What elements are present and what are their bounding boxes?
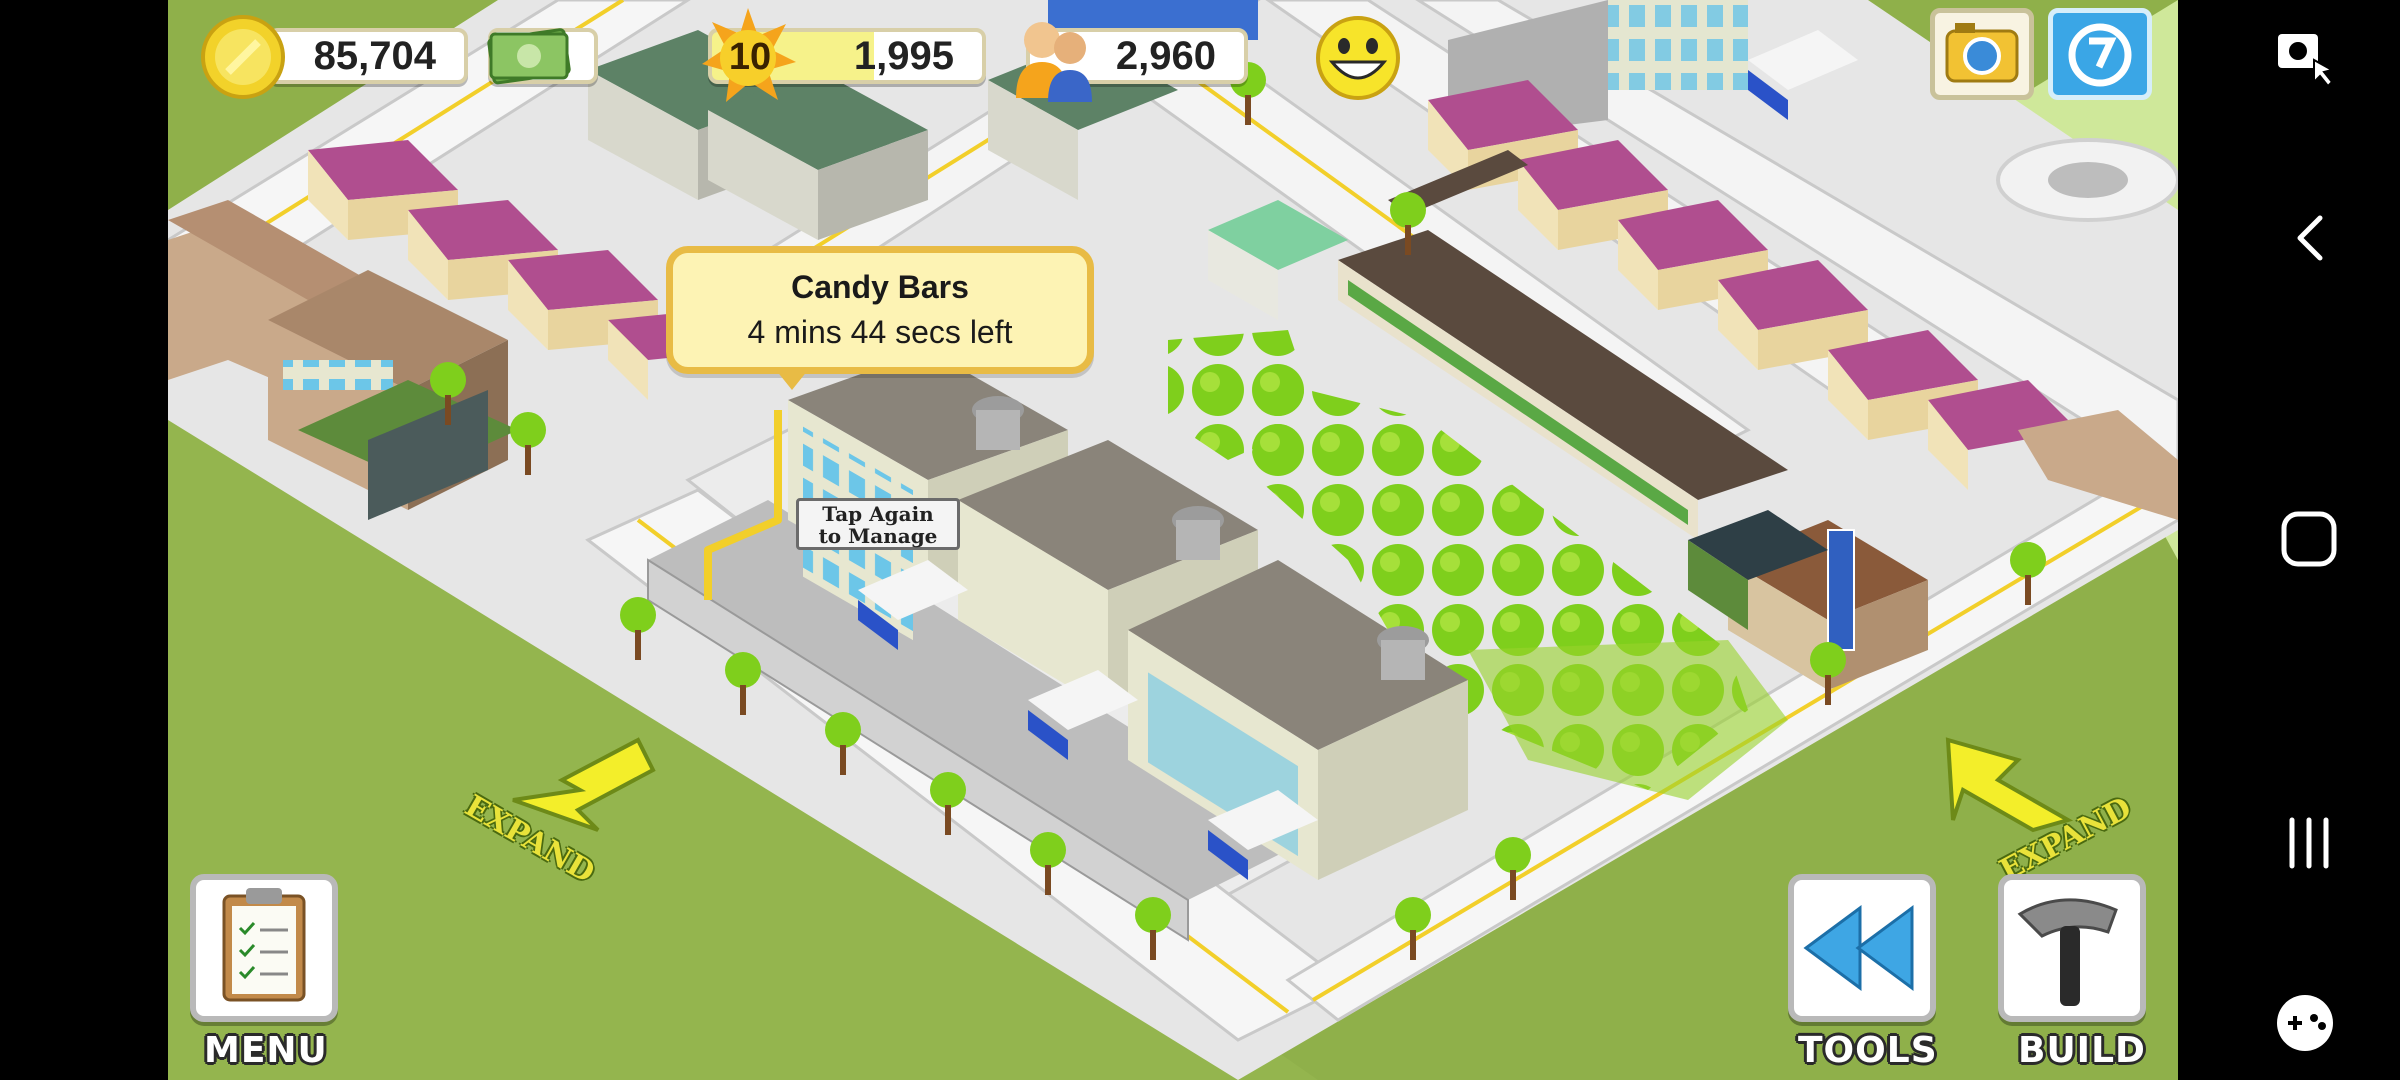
- rewind-icon: [1803, 905, 1914, 991]
- game-controller-icon[interactable]: [2270, 988, 2340, 1058]
- coins-value: 85,704: [313, 33, 436, 78]
- tools-label: TOOLS: [1798, 1030, 1938, 1071]
- back-icon[interactable]: [2280, 208, 2340, 268]
- menu-button[interactable]: [190, 874, 338, 1022]
- coins-counter: 85,704: [268, 28, 468, 84]
- xp-value: 1,995: [853, 33, 954, 78]
- hammer-icon: [2017, 898, 2118, 1006]
- screenshot-capture-icon[interactable]: [2270, 20, 2340, 90]
- build-button[interactable]: [1998, 874, 2146, 1022]
- letterbox-left: [0, 0, 168, 1080]
- clipboard-icon: [222, 888, 306, 1002]
- manage-sign-line2: to Manage: [818, 524, 938, 548]
- camera-icon: [1945, 23, 2019, 83]
- coin-icon: [201, 15, 285, 99]
- camera-button[interactable]: [1930, 8, 2034, 100]
- recent-apps-icon[interactable]: [2274, 808, 2344, 878]
- tooltip-pointer: [776, 370, 808, 390]
- build-label: BUILD: [2018, 1030, 2146, 1071]
- level-value: 10: [728, 36, 772, 78]
- people-icon: [1016, 22, 1092, 102]
- plaza-center: [2048, 162, 2128, 198]
- menu-label: MENU: [204, 1030, 328, 1071]
- tools-button[interactable]: [1788, 874, 1936, 1022]
- social-friend-icon: [2068, 23, 2132, 87]
- home-icon[interactable]: [2274, 504, 2344, 574]
- manage-sign-line1: Tap Again: [822, 502, 934, 526]
- building-timer: 4 mins 44 secs left: [747, 314, 1013, 350]
- social-button[interactable]: [2048, 8, 2152, 100]
- smiley-icon[interactable]: [1312, 12, 1404, 104]
- population-value: 2,960: [1115, 33, 1216, 78]
- building-tooltip[interactable]: Candy Bars 4 mins 44 secs left: [666, 246, 1094, 374]
- system-nav-bar: [2178, 0, 2400, 1080]
- manage-sign[interactable]: Tap Again to Manage: [796, 498, 960, 550]
- cash-stack-icon: [487, 28, 571, 85]
- game-viewport[interactable]: Candy Bars 4 mins 44 secs left Tap Again…: [168, 0, 2178, 1080]
- building-name: Candy Bars: [791, 269, 969, 305]
